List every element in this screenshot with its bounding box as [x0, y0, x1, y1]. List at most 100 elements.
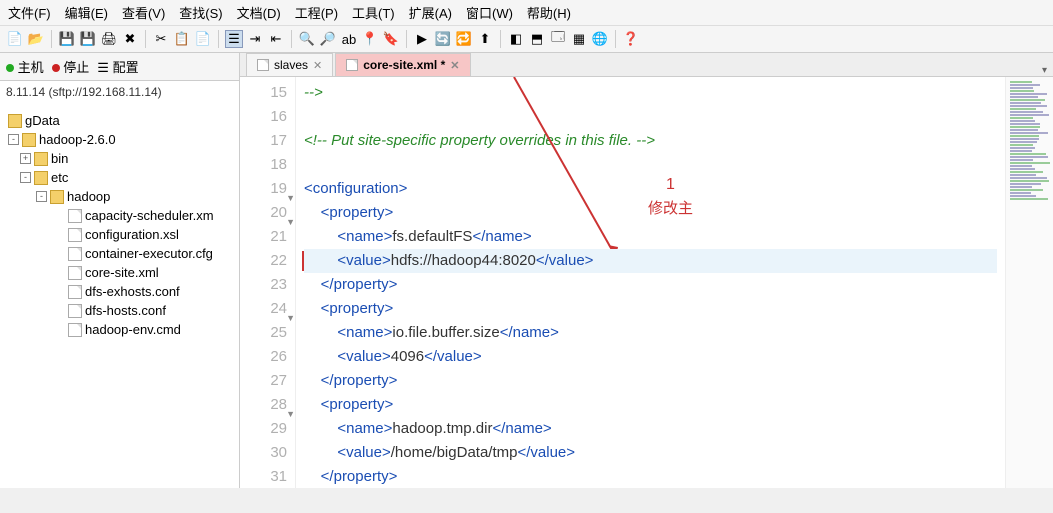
code-line[interactable]: <value>hdfs://hadoop44:8020</value>	[304, 249, 997, 273]
tree-file[interactable]: dfs-exhosts.conf	[0, 282, 239, 301]
replace-icon[interactable]: ab	[340, 30, 358, 48]
status-dot-red	[52, 64, 60, 72]
tree-folder[interactable]: - hadoop	[0, 187, 239, 206]
connection-path: 8.11.14 (sftp://192.168.11.14)	[0, 81, 239, 103]
run-icon[interactable]: ▶	[413, 30, 431, 48]
status-dot-green	[6, 64, 14, 72]
host-toolbar: 主机 停止 ☰ 配置	[0, 53, 239, 81]
code-line[interactable]: </property>	[304, 369, 997, 393]
folder-icon	[8, 114, 22, 128]
file-icon	[346, 59, 358, 71]
menubar: 文件(F) 编辑(E) 查看(V) 查找(S) 文档(D) 工程(P) 工具(T…	[0, 0, 1053, 26]
list-icon[interactable]: ☰	[225, 30, 243, 48]
editor-tab[interactable]: core-site.xml *✕	[335, 53, 470, 76]
line-gutter: 1516171819▼20▼21222324▼25262728▼29303132	[240, 77, 296, 488]
code-area[interactable]: 1 修改主 --><!-- Put site-specific property…	[296, 77, 1005, 488]
menu-file[interactable]: 文件(F)	[8, 3, 51, 22]
file-tree: gData- hadoop-2.6.0+ bin- etc- hadoop ca…	[0, 103, 239, 343]
bookmark-icon[interactable]: 🔖	[382, 30, 400, 48]
code-line[interactable]: <name>fs.defaultFS</name>	[304, 225, 997, 249]
tree-file[interactable]: core-site.xml	[0, 263, 239, 282]
code-line[interactable]	[304, 153, 997, 177]
split-icon[interactable]: ◧	[507, 30, 525, 48]
tab-bar: slaves✕core-site.xml *✕ ▾	[240, 53, 1053, 77]
tree-folder[interactable]: - hadoop-2.6.0	[0, 130, 239, 149]
tree-file[interactable]: configuration.xsl	[0, 225, 239, 244]
folder-icon	[34, 171, 48, 185]
code-line[interactable]: <name>hadoop.tmp.dir</name>	[304, 417, 997, 441]
file-icon	[68, 209, 82, 223]
help-icon[interactable]: ❓	[622, 30, 640, 48]
upload-icon[interactable]: ⬆	[476, 30, 494, 48]
code-line[interactable]: <value>4096</value>	[304, 345, 997, 369]
close-tab-icon[interactable]: ✕	[450, 59, 459, 72]
window-icon[interactable]: 🗔	[549, 30, 567, 48]
save-icon[interactable]: 💾	[58, 30, 76, 48]
refresh-icon[interactable]: 🔄	[434, 30, 452, 48]
sidebar: 主机 停止 ☰ 配置 8.11.14 (sftp://192.168.11.14…	[0, 53, 240, 488]
print-icon[interactable]: 🖨	[100, 30, 118, 48]
findnext-icon[interactable]: 🔎	[319, 30, 337, 48]
menu-search[interactable]: 查找(S)	[179, 3, 222, 22]
editor: slaves✕core-site.xml *✕ ▾ 1516171819▼20▼…	[240, 53, 1053, 488]
file-icon	[68, 266, 82, 280]
code-line[interactable]: </property>	[304, 465, 997, 488]
code-line[interactable]: <property>	[304, 201, 997, 225]
menu-proj[interactable]: 工程(P)	[295, 3, 338, 22]
code-line[interactable]: <property>	[304, 297, 997, 321]
grid-icon[interactable]: ▦	[570, 30, 588, 48]
menu-edit[interactable]: 编辑(E)	[65, 3, 108, 22]
close-tab-icon[interactable]: ✕	[313, 59, 322, 72]
config-label[interactable]: ☰ 配置	[97, 57, 138, 76]
tree-file[interactable]: container-executor.cfg	[0, 244, 239, 263]
saveall-icon[interactable]: 💾	[79, 30, 97, 48]
file-icon	[68, 285, 82, 299]
menu-tools[interactable]: 工具(T)	[352, 3, 395, 22]
cut-icon[interactable]: ✂	[152, 30, 170, 48]
code-line[interactable]: <configuration>	[304, 177, 997, 201]
file-icon	[68, 247, 82, 261]
menu-view[interactable]: 查看(V)	[122, 3, 165, 22]
open-icon[interactable]: 📂	[27, 30, 45, 48]
editor-tab[interactable]: slaves✕	[246, 53, 333, 76]
tree-folder[interactable]: gData	[0, 111, 239, 130]
copy-icon[interactable]: 📋	[173, 30, 191, 48]
tree-file[interactable]: dfs-hosts.conf	[0, 301, 239, 320]
new-icon[interactable]: 📄	[6, 30, 24, 48]
menu-help[interactable]: 帮助(H)	[527, 3, 571, 22]
find-icon[interactable]: 🔍	[298, 30, 316, 48]
tree-folder[interactable]: + bin	[0, 149, 239, 168]
tree-file[interactable]: hadoop-env.cmd	[0, 320, 239, 339]
goto-icon[interactable]: 📍	[361, 30, 379, 48]
folder-icon	[22, 133, 36, 147]
file-icon	[68, 228, 82, 242]
outdent-icon[interactable]: ⇤	[267, 30, 285, 48]
menu-ext[interactable]: 扩展(A)	[409, 3, 452, 22]
stop-label[interactable]: 停止	[63, 60, 89, 75]
code-line[interactable]: <value>/home/bigData/tmp</value>	[304, 441, 997, 465]
toolbar: 📄 📂 💾 💾 🖨 ✖ ✂ 📋 📄 ☰ ⇥ ⇤ 🔍 🔎 ab 📍 🔖 ▶ 🔄 🔁…	[0, 26, 1053, 53]
file-icon	[68, 323, 82, 337]
menu-window[interactable]: 窗口(W)	[466, 3, 513, 22]
code-line[interactable]: <property>	[304, 393, 997, 417]
code-line[interactable]: <!-- Put site-specific property override…	[304, 129, 997, 153]
splitv-icon[interactable]: ⬒	[528, 30, 546, 48]
sync-icon[interactable]: 🔁	[455, 30, 473, 48]
file-icon	[257, 59, 269, 71]
indent-icon[interactable]: ⇥	[246, 30, 264, 48]
code-line[interactable]	[304, 105, 997, 129]
folder-icon	[34, 152, 48, 166]
host-label[interactable]: 主机	[18, 60, 44, 75]
code-line[interactable]: </property>	[304, 273, 997, 297]
minimap[interactable]	[1005, 77, 1053, 488]
code-line[interactable]: -->	[304, 81, 997, 105]
tab-dropdown-icon[interactable]: ▾	[1036, 65, 1053, 76]
menu-doc[interactable]: 文档(D)	[237, 3, 281, 22]
paste-icon[interactable]: 📄	[194, 30, 212, 48]
tree-file[interactable]: capacity-scheduler.xm	[0, 206, 239, 225]
tree-folder[interactable]: - etc	[0, 168, 239, 187]
folder-icon	[50, 190, 64, 204]
browser-icon[interactable]: 🌐	[591, 30, 609, 48]
code-line[interactable]: <name>io.file.buffer.size</name>	[304, 321, 997, 345]
close-icon[interactable]: ✖	[121, 30, 139, 48]
